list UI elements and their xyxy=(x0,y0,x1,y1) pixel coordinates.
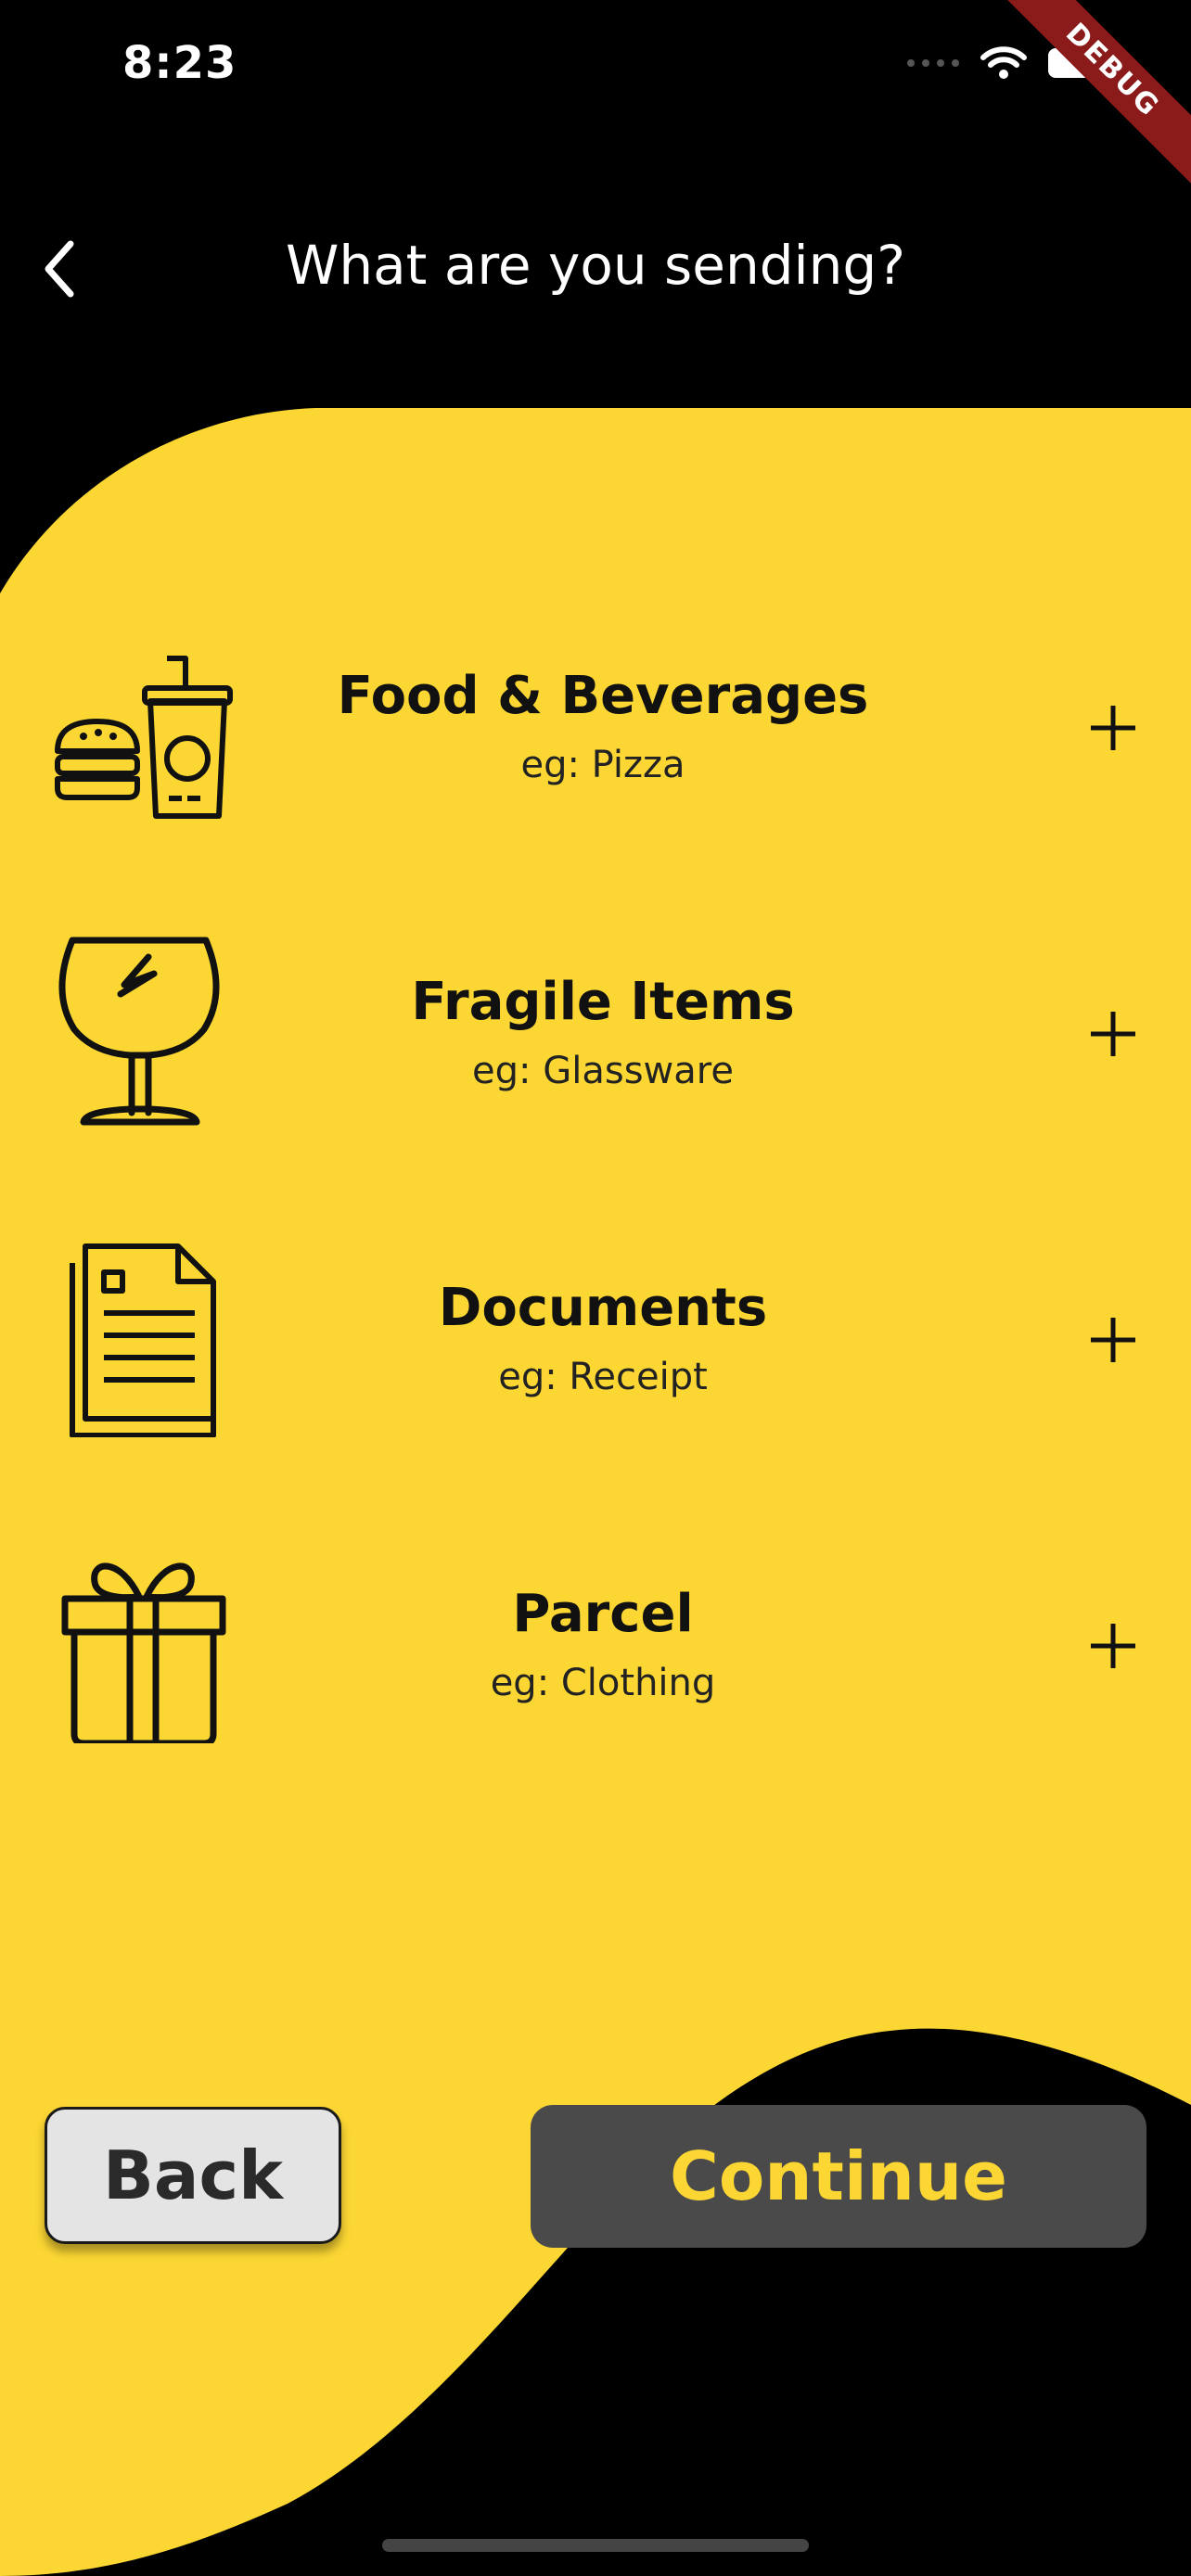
wifi-icon xyxy=(980,46,1027,79)
category-parcel[interactable]: Parcel eg: Clothing xyxy=(0,1549,1191,1762)
plus-icon[interactable] xyxy=(1085,1006,1141,1062)
category-fragile-items[interactable]: Fragile Items eg: Glassware xyxy=(0,937,1191,1150)
category-title: Documents xyxy=(438,1278,768,1338)
signal-icon xyxy=(907,59,959,67)
category-example: eg: Glassware xyxy=(472,1050,734,1092)
category-food-beverages[interactable]: Food & Beverages eg: Pizza xyxy=(0,631,1191,844)
category-title: Fragile Items xyxy=(411,972,795,1032)
page-title: What are you sending? xyxy=(285,234,906,297)
plus-icon[interactable] xyxy=(1085,1312,1141,1368)
category-title: Parcel xyxy=(512,1584,694,1644)
status-time: 8:23 xyxy=(122,37,237,89)
gift-parcel-icon xyxy=(61,1562,226,1743)
category-documents[interactable]: Documents eg: Receipt xyxy=(0,1243,1191,1456)
continue-button[interactable]: Continue xyxy=(531,2105,1146,2248)
category-example: eg: Clothing xyxy=(490,1662,716,1704)
plus-icon[interactable] xyxy=(1085,700,1141,756)
category-example: eg: Pizza xyxy=(520,744,685,786)
fragile-glass-icon xyxy=(58,937,220,1126)
back-button[interactable]: Back xyxy=(45,2107,341,2244)
documents-icon xyxy=(70,1243,216,1437)
home-indicator xyxy=(382,2539,809,2552)
food-beverage-icon xyxy=(55,656,233,819)
plus-icon[interactable] xyxy=(1085,1618,1141,1674)
category-example: eg: Receipt xyxy=(498,1356,708,1398)
category-title: Food & Beverages xyxy=(337,666,869,726)
